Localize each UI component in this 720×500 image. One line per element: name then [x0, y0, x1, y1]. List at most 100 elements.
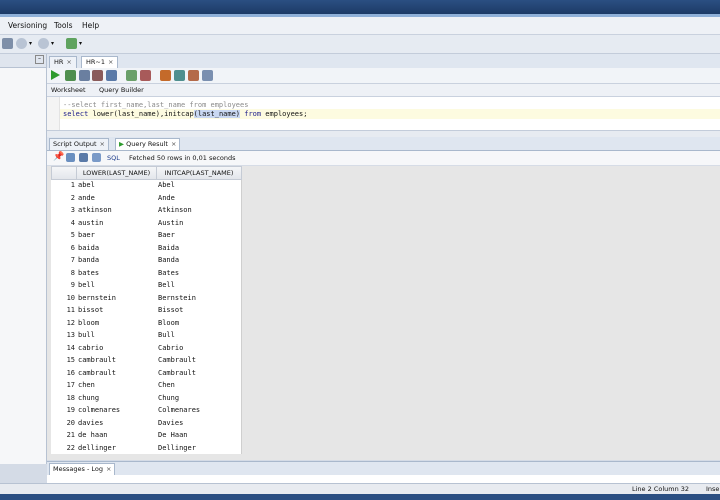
taskbar-strip — [0, 494, 720, 500]
cell-initcap-last-name: Chung — [158, 393, 180, 402]
explain-plan-icon[interactable] — [106, 70, 117, 81]
tab-hr-1-label: HR~1 — [86, 58, 105, 66]
sql-view-icon[interactable] — [92, 153, 101, 162]
table-row[interactable]: 22 dellinger Dellinger — [51, 442, 241, 454]
cell-initcap-last-name: Dellinger — [158, 443, 196, 452]
tab-query-result[interactable]: ▶ Query Result × — [115, 138, 181, 150]
table-row[interactable]: 21 de haan De Haan — [51, 429, 241, 441]
table-row[interactable]: 7 banda Banda — [51, 254, 241, 266]
cell-lower-last-name: dellinger — [78, 443, 116, 452]
sql-history-icon[interactable] — [160, 70, 171, 81]
run-icon: ▶ — [119, 140, 124, 148]
sql-link[interactable]: SQL — [107, 154, 120, 162]
table-row[interactable]: 11 bissot Bissot — [51, 304, 241, 316]
row-number: 13 — [66, 331, 75, 339]
table-row[interactable]: 20 davies Davies — [51, 417, 241, 429]
table-row[interactable]: 8 bates Bates — [51, 267, 241, 279]
clear-output-icon[interactable] — [202, 70, 213, 81]
cell-lower-last-name: baer — [78, 231, 95, 239]
cell-lower-last-name: bates — [78, 268, 100, 277]
row-number: 1 — [70, 181, 75, 189]
tab-script-output[interactable]: Script Output × — [49, 138, 109, 150]
result-grid[interactable]: LOWER(LAST_NAME) INITCAP(LAST_NAME) 1 abe… — [51, 166, 242, 454]
rollback-icon[interactable] — [92, 70, 103, 81]
unshared-worksheet-icon[interactable] — [188, 70, 199, 81]
row-number: 8 — [70, 268, 75, 277]
run-statement-icon[interactable] — [51, 70, 60, 80]
close-icon[interactable]: × — [66, 58, 71, 66]
close-icon[interactable]: × — [171, 140, 176, 148]
tab-query-builder[interactable]: Query Builder — [99, 86, 144, 94]
row-number: 5 — [70, 231, 75, 239]
table-row[interactable]: 16 cambrault Cambrault — [51, 367, 241, 379]
menu-versioning[interactable]: Versioning — [8, 21, 47, 30]
pin-icon[interactable]: 📌 — [53, 152, 64, 162]
cell-initcap-last-name: Atkinson — [158, 206, 192, 214]
tab-hr-1[interactable]: HR~1 × — [81, 56, 119, 68]
cell-initcap-last-name: Banda — [158, 256, 180, 264]
table-row[interactable]: 19 colmenares Colmenares — [51, 404, 241, 416]
cell-initcap-last-name: Bissot — [158, 306, 184, 314]
run-script-icon[interactable] — [65, 70, 76, 81]
column-header-lower[interactable]: LOWER(LAST_NAME) — [76, 166, 157, 180]
row-number: 2 — [70, 193, 75, 202]
close-icon[interactable]: × — [108, 58, 113, 66]
table-row[interactable]: 10 bernstein Bernstein — [51, 292, 241, 304]
result-area: LOWER(LAST_NAME) INITCAP(LAST_NAME) 1 abe… — [47, 166, 720, 460]
table-row[interactable]: 9 bell Bell — [51, 279, 241, 291]
table-row[interactable]: 6 baida Baida — [51, 242, 241, 254]
table-row[interactable]: 4 austin Austin — [51, 217, 241, 229]
cell-lower-last-name: davies — [78, 418, 104, 427]
table-row[interactable]: 14 cabrio Cabrio — [51, 342, 241, 354]
back-dropdown-icon[interactable]: ▾ — [29, 40, 32, 47]
window-title-bar — [0, 0, 720, 14]
cell-initcap-last-name: Bell — [158, 281, 175, 289]
export-icon[interactable] — [79, 153, 88, 162]
menu-bar: Versioning Tools Help — [0, 17, 720, 35]
table-row[interactable]: 18 chung Chung — [51, 392, 241, 404]
row-number: 12 — [66, 318, 75, 327]
row-number: 20 — [66, 418, 75, 427]
debug-icon[interactable] — [66, 38, 77, 49]
tab-hr[interactable]: HR × — [49, 56, 77, 68]
cell-initcap-last-name: Bates — [158, 268, 180, 277]
table-row[interactable]: 13 bull Bull — [51, 329, 241, 341]
table-row[interactable]: 5 baer Baer — [51, 229, 241, 241]
menu-tools[interactable]: Tools — [54, 21, 72, 30]
debug-dropdown-icon[interactable]: ▾ — [79, 40, 82, 47]
tab-worksheet[interactable]: Worksheet — [51, 86, 86, 94]
commit-icon[interactable] — [79, 70, 90, 81]
table-row[interactable]: 12 bloom Bloom — [51, 317, 241, 329]
grid-corner — [51, 166, 77, 180]
cell-initcap-last-name: Cambrault — [158, 368, 196, 377]
clear-icon[interactable] — [140, 70, 151, 81]
cell-lower-last-name: austin — [78, 218, 104, 227]
back-icon[interactable] — [16, 38, 27, 49]
close-icon[interactable]: × — [106, 465, 111, 473]
forward-icon[interactable] — [38, 38, 49, 49]
sql-line-1: --select first_name,last_name from emplo… — [63, 101, 249, 109]
sql-expression: lower(last_name),initcap — [88, 110, 194, 118]
table-row[interactable]: 3 atkinson Atkinson — [51, 204, 241, 216]
forward-dropdown-icon[interactable]: ▾ — [51, 40, 54, 47]
result-toolbar: 📌 SQL Fetched 50 rows in 0,01 seconds — [47, 151, 720, 166]
fetch-status: Fetched 50 rows in 0,01 seconds — [129, 154, 236, 162]
table-row[interactable]: 17 chen Chen — [51, 379, 241, 391]
worksheet-tab-bar: Worksheet Query Builder — [47, 84, 720, 97]
tab-messages-log-label: Messages - Log — [53, 465, 103, 473]
close-icon[interactable]: × — [100, 140, 105, 148]
table-row[interactable]: 15 cambrault Cambrault — [51, 354, 241, 366]
cell-lower-last-name: bull — [78, 331, 95, 339]
save-icon[interactable] — [2, 38, 13, 49]
sql-editor[interactable]: --select first_name,last_name from emplo… — [47, 97, 720, 130]
column-header-initcap[interactable]: INITCAP(LAST_NAME) — [156, 166, 242, 180]
table-row[interactable]: 2 ande Ande — [51, 192, 241, 204]
autotrace-icon[interactable] — [126, 70, 137, 81]
menu-help[interactable]: Help — [82, 21, 99, 30]
minimize-panel-icon[interactable]: – — [35, 55, 44, 64]
main-toolbar: ▾ ▾ ▾ — [0, 35, 720, 54]
row-number: 9 — [70, 281, 75, 289]
table-row[interactable]: 1 abel Abel — [51, 179, 241, 191]
refresh-icon[interactable] — [66, 153, 75, 162]
format-icon[interactable] — [174, 70, 185, 81]
